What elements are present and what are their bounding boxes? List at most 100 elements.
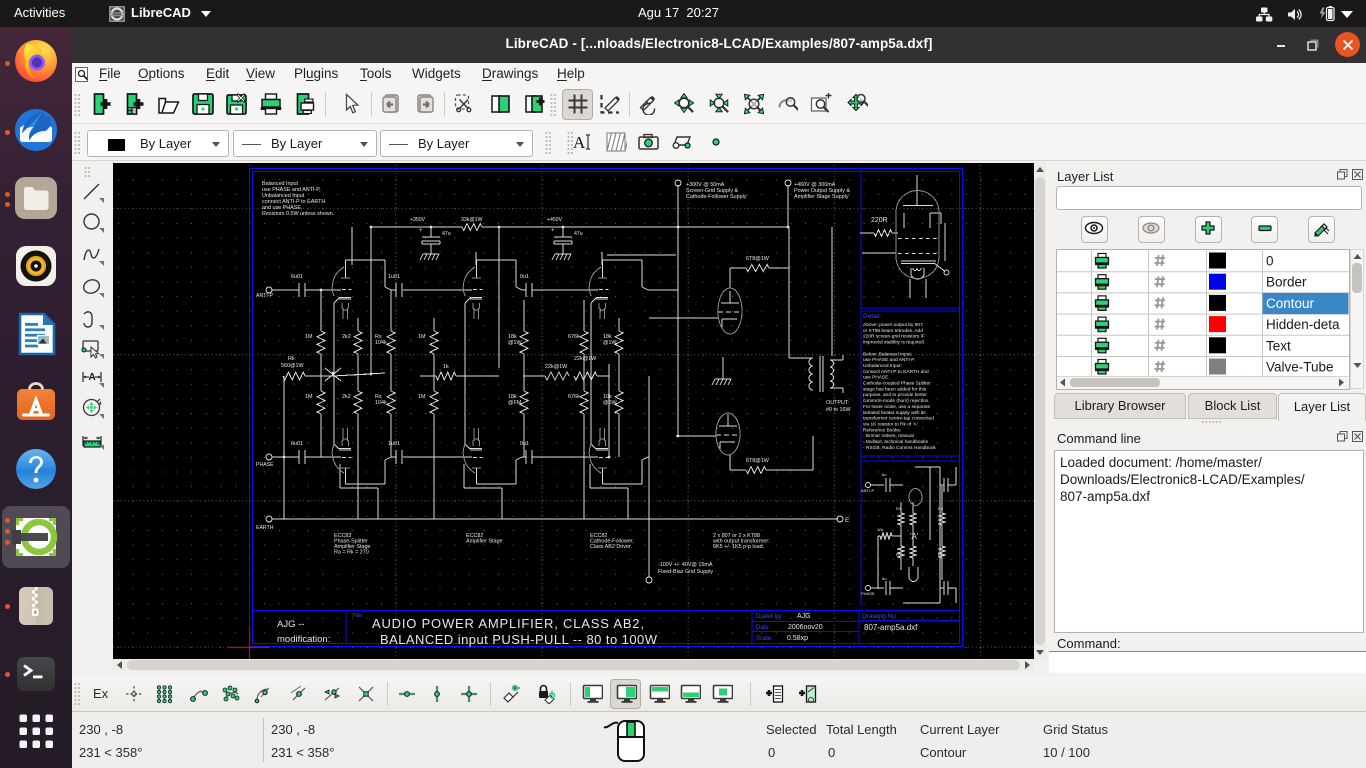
svg-text:R2: R2 (938, 506, 944, 511)
svg-text:Title:: Title: (352, 613, 364, 619)
svg-text:@1W: @1W (603, 340, 617, 346)
svg-text:6u: 6u (882, 472, 886, 477)
svg-text:Valve-Tube: Valve-Tube (1266, 360, 1334, 375)
svg-text:+450V: +450V (547, 217, 563, 223)
svg-text:104k: 104k (375, 400, 387, 406)
svg-text:Class AB2 Driver.: Class AB2 Driver. (590, 544, 632, 550)
svg-text:- Mullard, technical handbooks: - Mullard, technical handbooks (863, 439, 929, 445)
svg-text:Amplifier Stage: Amplifier Stage (466, 539, 503, 545)
svg-text:EARTH: EARTH (256, 525, 274, 531)
svg-text:Cathode-coupled Phase Splitter: Cathode-coupled Phase Splitter (863, 381, 931, 387)
svg-text:connect ANTI-P to EARTH and: connect ANTI-P to EARTH and (863, 369, 929, 375)
svg-text:AJG: AJG (797, 613, 811, 620)
svg-text:0u1: 0u1 (520, 274, 529, 280)
svg-text:Scale:: Scale: (756, 636, 773, 642)
svg-text:@5W: @5W (603, 400, 617, 406)
svg-text:Drawing No:: Drawing No: (862, 613, 898, 620)
svg-text:2k2: 2k2 (342, 334, 351, 340)
svg-text:0: 0 (1266, 254, 1274, 269)
svg-text:6K5 +/- 1K5 p-p load.: 6K5 +/- 1K5 p-p load. (713, 544, 764, 550)
svg-text:Resistors 0.5W unless shown.: Resistors 0.5W unless shown. (262, 211, 334, 217)
svg-text:Contour: Contour (1266, 296, 1315, 311)
svg-text:- RSGB, Radio Comms Handbook: - RSGB, Radio Comms Handbook (863, 445, 936, 451)
svg-text:560@1W: 560@1W (281, 363, 304, 369)
svg-text:+350V: +350V (410, 217, 426, 223)
svg-text:isolated heater supply with it: isolated heater supply with its (863, 410, 926, 416)
svg-text:ANTI-P: ANTI-P (256, 293, 274, 299)
svg-text:1M: 1M (418, 334, 426, 340)
svg-text:10k: 10k (877, 527, 883, 532)
svg-text:Rk: Rk (938, 552, 943, 557)
svg-text:Above: power output by 807: Above: power output by 807 (863, 322, 923, 328)
svg-text:Hidden-deta: Hidden-deta (1266, 317, 1340, 332)
svg-text:transformer centre-tap connect: transformer centre-tap connected (863, 416, 934, 422)
svg-text:use PHASE.: use PHASE. (863, 375, 890, 381)
svg-text:220R screen-grid resistors IF: 220R screen-grid resistors IF (863, 334, 925, 340)
svg-text:1M: 1M (305, 334, 313, 340)
svg-text:6u01: 6u01 (291, 441, 303, 447)
svg-text:#0 to 16W: #0 to 16W (826, 407, 851, 413)
svg-text:22k@1W: 22k@1W (574, 356, 597, 362)
svg-text:1M: 1M (305, 394, 313, 400)
svg-text:Rk: Rk (288, 356, 295, 362)
svg-text:Drawn by:: Drawn by: (756, 614, 783, 620)
svg-text:purpose, and to provide better: purpose, and to provide better (863, 392, 927, 398)
svg-text:AUDIO POWER AMPLIFIER, CLASS A: AUDIO POWER AMPLIFIER, CLASS AB2, (372, 616, 645, 631)
svg-text:33k@1W: 33k@1W (461, 217, 483, 223)
svg-text:A: A (573, 133, 586, 152)
svg-text:- Brimar Valves, manual: - Brimar Valves, manual (863, 433, 914, 439)
svg-text:2k2: 2k2 (342, 394, 351, 400)
svg-text:@1W: @1W (508, 340, 522, 346)
svg-text:+: + (419, 228, 423, 234)
svg-text:or KT88 beam tetrodes. Add: or KT88 beam tetrodes. Add (863, 328, 923, 334)
svg-text:E: E (845, 517, 850, 524)
svg-text:22k@1W: 22k@1W (545, 364, 568, 370)
svg-text:6T8@1W: 6T8@1W (746, 458, 770, 464)
svg-text:improved stability is required: improved stability is required. (863, 340, 925, 346)
svg-text:Reference Books:: Reference Books: (863, 427, 901, 433)
svg-text:R1: R1 (896, 506, 902, 511)
svg-text:47u: 47u (442, 231, 451, 237)
svg-text:stage has been added for this: stage has been added for this (863, 386, 927, 392)
svg-text:A: A (89, 372, 96, 383)
svg-text:Border: Border (1266, 275, 1307, 290)
svg-text:6u01: 6u01 (291, 274, 303, 280)
svg-text:Fixed-Bias Grid Supply: Fixed-Bias Grid Supply (658, 569, 713, 575)
svg-text:via 1K resistor to Rk of 'A'.: via 1K resistor to Rk of 'A'. (863, 421, 919, 427)
svg-text:'A': 'A' (910, 532, 919, 541)
svg-text:Unbalanced Input:: Unbalanced Input: (863, 363, 902, 369)
svg-text:ANTI-P: ANTI-P (861, 488, 874, 493)
svg-text:Date:: Date: (756, 625, 771, 631)
svg-text:676k: 676k (568, 394, 580, 400)
svg-text:+: + (551, 228, 555, 234)
svg-text:6T8@1W: 6T8@1W (746, 256, 770, 262)
svg-text:0.58xp: 0.58xp (787, 635, 808, 642)
svg-text:Amplifier Stage Supply: Amplifier Stage Supply (794, 194, 849, 200)
svg-text:PHASE: PHASE (861, 591, 875, 596)
svg-text:common-mode (hum) rejection.: common-mode (hum) rejection. (863, 398, 930, 404)
svg-text:6u: 6u (882, 576, 886, 581)
svg-text:676k: 676k (568, 334, 580, 340)
svg-text:Text: Text (1266, 338, 1291, 353)
svg-text:Ra = Rk = 270: Ra = Rk = 270 (334, 550, 369, 556)
svg-text:AJG --: AJG -- (277, 619, 304, 630)
svg-text:Below: Balanced Input:: Below: Balanced Input: (863, 351, 912, 357)
svg-text:OUTPUT:: OUTPUT: (826, 400, 849, 406)
svg-text:2006nov20: 2006nov20 (788, 624, 823, 631)
svg-text:Detail:: Detail: (863, 313, 882, 320)
svg-text:1u01: 1u01 (388, 441, 400, 447)
svg-text:Cathode-Follower Supply: Cathode-Follower Supply (686, 194, 747, 200)
svg-text:104k: 104k (375, 340, 387, 346)
svg-text:R3: R3 (896, 552, 902, 557)
svg-text:modification:: modification: (277, 634, 330, 645)
svg-text:1k: 1k (443, 364, 449, 370)
svg-text:0u1: 0u1 (520, 441, 529, 447)
svg-text:For lower noise, use a separat: For lower noise, use a separate (863, 404, 931, 410)
svg-text:-100V +/- 40V@ 15mA: -100V +/- 40V@ 15mA (658, 562, 713, 568)
svg-text:PHASE: PHASE (256, 462, 274, 468)
svg-text:BALANCED input PUSH-PULL -- 80: BALANCED input PUSH-PULL -- 80 to 100W (380, 632, 658, 647)
svg-text:807-amp5a.dxf: 807-amp5a.dxf (864, 623, 918, 632)
svg-text:1u01: 1u01 (388, 274, 400, 280)
svg-text:47u: 47u (574, 231, 583, 237)
svg-text:220R: 220R (871, 217, 888, 224)
